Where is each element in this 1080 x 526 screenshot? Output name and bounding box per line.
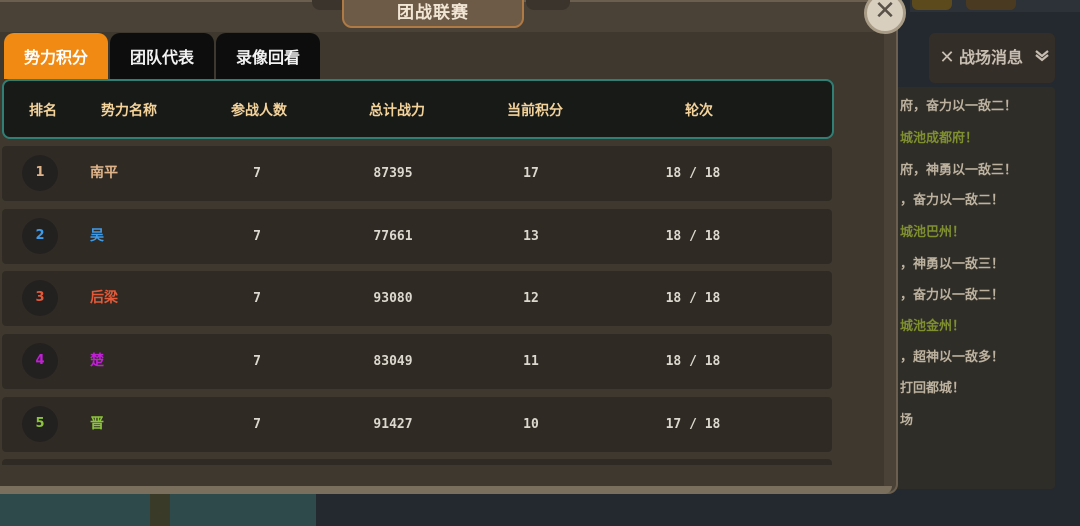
player-count: 7 <box>253 417 261 432</box>
current-score: 12 <box>523 291 539 306</box>
rank-badge: 2 <box>22 218 58 254</box>
player-count: 7 <box>253 166 261 181</box>
panel-frame-edge <box>0 486 892 494</box>
battle-news-list: 府，奋力以一敌二！ 城池成都府！ 府，神勇以一敌三！ ，奋力以一敌二！ 城池巴州！ ，神勇… <box>880 87 1055 489</box>
chevron-down-icon <box>1033 47 1051 69</box>
tab-replay[interactable]: 录像回看 <box>216 33 320 79</box>
close-button[interactable]: ✕ <box>864 0 906 34</box>
battle-news-item: 府，奋力以一敌二！ <box>900 99 1018 114</box>
header-rank: 排名 <box>29 103 57 119</box>
header-players: 参战人数 <box>231 103 287 119</box>
round-progress: 18 / 18 <box>665 229 721 244</box>
round-progress: 18 / 18 <box>665 291 721 306</box>
battle-news-item: ，超神以一敌多！ <box>900 350 1005 365</box>
battle-news-item: 场 <box>900 413 914 428</box>
battle-news-toggle[interactable]: ✕ 战场消息 <box>929 33 1055 83</box>
faction-name: 南平 <box>90 165 118 181</box>
current-score: 10 <box>523 417 539 432</box>
background-button <box>966 0 1016 10</box>
battle-news-item: 城池巴州！ <box>900 225 966 240</box>
total-power: 87395 <box>373 166 413 181</box>
ranking-table-header: 排名 势力名称 参战人数 总计战力 当前积分 轮次 <box>2 79 834 139</box>
table-row[interactable]: 5 晋 7 91427 10 17 / 18 <box>2 397 832 452</box>
battle-news-item: 府，神勇以一敌三！ <box>900 163 1018 178</box>
total-power: 83049 <box>373 354 413 369</box>
table-row[interactable]: 4 楚 7 83049 11 18 / 18 <box>2 334 832 389</box>
faction-name: 晋 <box>90 416 104 432</box>
header-faction-name: 势力名称 <box>101 103 157 119</box>
panel-title-plate: 团战联赛 <box>342 0 524 28</box>
header-round: 轮次 <box>685 103 713 119</box>
total-power: 93080 <box>373 291 413 306</box>
title-ornament-right <box>526 0 570 10</box>
round-progress: 18 / 18 <box>665 166 721 181</box>
background-button <box>912 0 952 10</box>
current-score: 11 <box>523 354 539 369</box>
battle-news-item: 打回都城！ <box>900 381 966 396</box>
rank-badge: 5 <box>22 406 58 442</box>
header-total-power: 总计战力 <box>369 103 425 119</box>
battle-news-item: 城池成都府！ <box>900 131 979 146</box>
total-power: 77661 <box>373 229 413 244</box>
faction-name: 吴 <box>90 228 104 244</box>
table-row[interactable]: 2 吴 7 77661 13 18 / 18 <box>2 209 832 264</box>
crossed-swords-icon: ✕ <box>939 47 955 68</box>
battle-news-item: ，奋力以一敌二！ <box>900 193 1005 208</box>
round-progress: 17 / 18 <box>665 417 721 432</box>
panel-title: 团战联赛 <box>397 3 469 23</box>
rank-badge: 1 <box>22 155 58 191</box>
battle-news-item: ，奋力以一敌二！ <box>900 288 1005 303</box>
battle-news-item: ，神勇以一敌三！ <box>900 257 1005 272</box>
current-score: 13 <box>523 229 539 244</box>
table-row-partial <box>2 459 832 465</box>
current-score: 17 <box>523 166 539 181</box>
close-icon: ✕ <box>874 0 896 26</box>
round-progress: 18 / 18 <box>665 354 721 369</box>
player-count: 7 <box>253 229 261 244</box>
tab-team-representatives[interactable]: 团队代表 <box>110 33 214 79</box>
total-power: 91427 <box>373 417 413 432</box>
player-count: 7 <box>253 354 261 369</box>
faction-name: 后梁 <box>90 290 118 306</box>
background-map-detail <box>150 494 170 526</box>
battle-news-title: 战场消息 <box>959 48 1024 67</box>
battle-news-item: 城池金州！ <box>900 319 966 334</box>
tab-faction-score[interactable]: 势力积分 <box>4 33 108 79</box>
header-current-score: 当前积分 <box>507 103 563 119</box>
faction-name: 楚 <box>90 353 104 369</box>
player-count: 7 <box>253 291 261 306</box>
table-row[interactable]: 3 后梁 7 93080 12 18 / 18 <box>2 271 832 326</box>
rank-badge: 3 <box>22 280 58 316</box>
table-row[interactable]: 1 南平 7 87395 17 18 / 18 <box>2 146 832 201</box>
rank-badge: 4 <box>22 343 58 379</box>
